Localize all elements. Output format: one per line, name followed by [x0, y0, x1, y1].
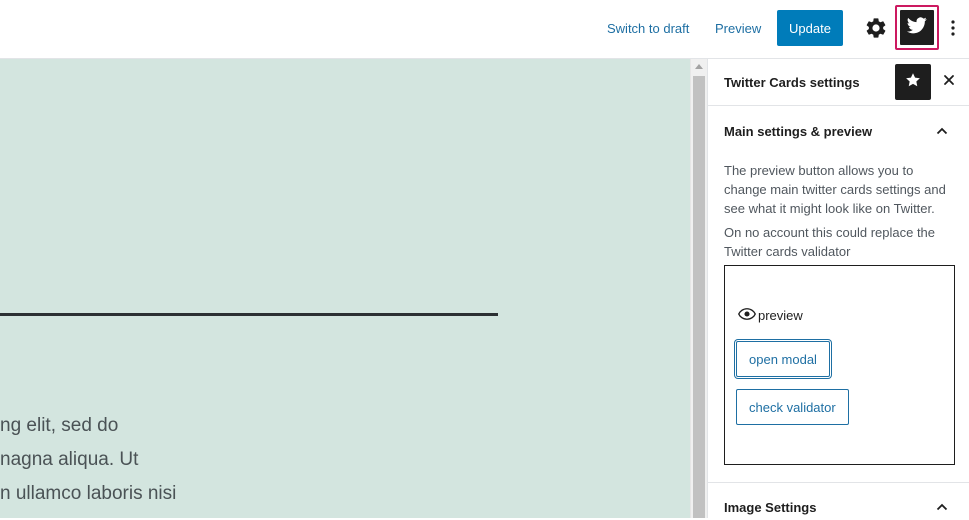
eye-icon [738, 308, 758, 323]
separator-block[interactable] [0, 313, 498, 316]
panel-description: The preview button allows you to change … [724, 163, 946, 216]
preview-container: preview open modal check validator [724, 265, 955, 465]
paragraph-block[interactable]: ng elit, sed do nagna aliqua. Ut n ullam… [0, 409, 690, 511]
chevron-up-icon[interactable] [934, 499, 950, 515]
close-sidebar-button[interactable] [939, 72, 959, 92]
pin-star-button[interactable] [895, 64, 931, 100]
preview-label: preview [758, 308, 803, 323]
check-validator-button[interactable]: check validator [736, 389, 849, 425]
editor-header: Switch to draft Preview Update [0, 0, 969, 59]
chevron-up-icon[interactable] [934, 123, 950, 139]
preview-heading: preview [738, 308, 803, 323]
gear-icon[interactable] [864, 16, 888, 40]
panel-divider [708, 482, 969, 483]
sidebar-header: Twitter Cards settings [708, 59, 969, 106]
paragraph-line: ng elit, sed do [0, 415, 119, 436]
editor-canvas[interactable]: ng elit, sed do nagna aliqua. Ut n ullam… [0, 59, 690, 518]
plugin-sidebar: Twitter Cards settings Main settings & p… [707, 59, 969, 518]
sidebar-title: Twitter Cards settings [724, 75, 860, 90]
update-button[interactable]: Update [777, 10, 843, 46]
twitter-cards-plugin-button[interactable] [895, 5, 939, 50]
scrollbar-thumb[interactable] [693, 76, 705, 518]
editor-scrollbar[interactable] [690, 59, 707, 518]
star-icon [905, 72, 921, 93]
preview-button[interactable]: Preview [715, 21, 761, 36]
twitter-bird-icon [907, 16, 927, 39]
panel-description-note: On no account this could replace the Twi… [724, 225, 936, 259]
panel-toggle-image-settings[interactable]: Image Settings [724, 500, 816, 515]
close-icon [943, 73, 955, 91]
paragraph-line: nagna aliqua. Ut [0, 449, 139, 470]
open-modal-button[interactable]: open modal [736, 341, 830, 377]
vertical-ellipsis-icon[interactable] [943, 16, 963, 40]
panel-toggle-main-settings[interactable]: Main settings & preview [724, 124, 872, 139]
scroll-up-icon[interactable] [695, 64, 703, 69]
paragraph-line: n ullamco laboris nisi [0, 483, 177, 504]
switch-to-draft-button[interactable]: Switch to draft [607, 21, 689, 36]
